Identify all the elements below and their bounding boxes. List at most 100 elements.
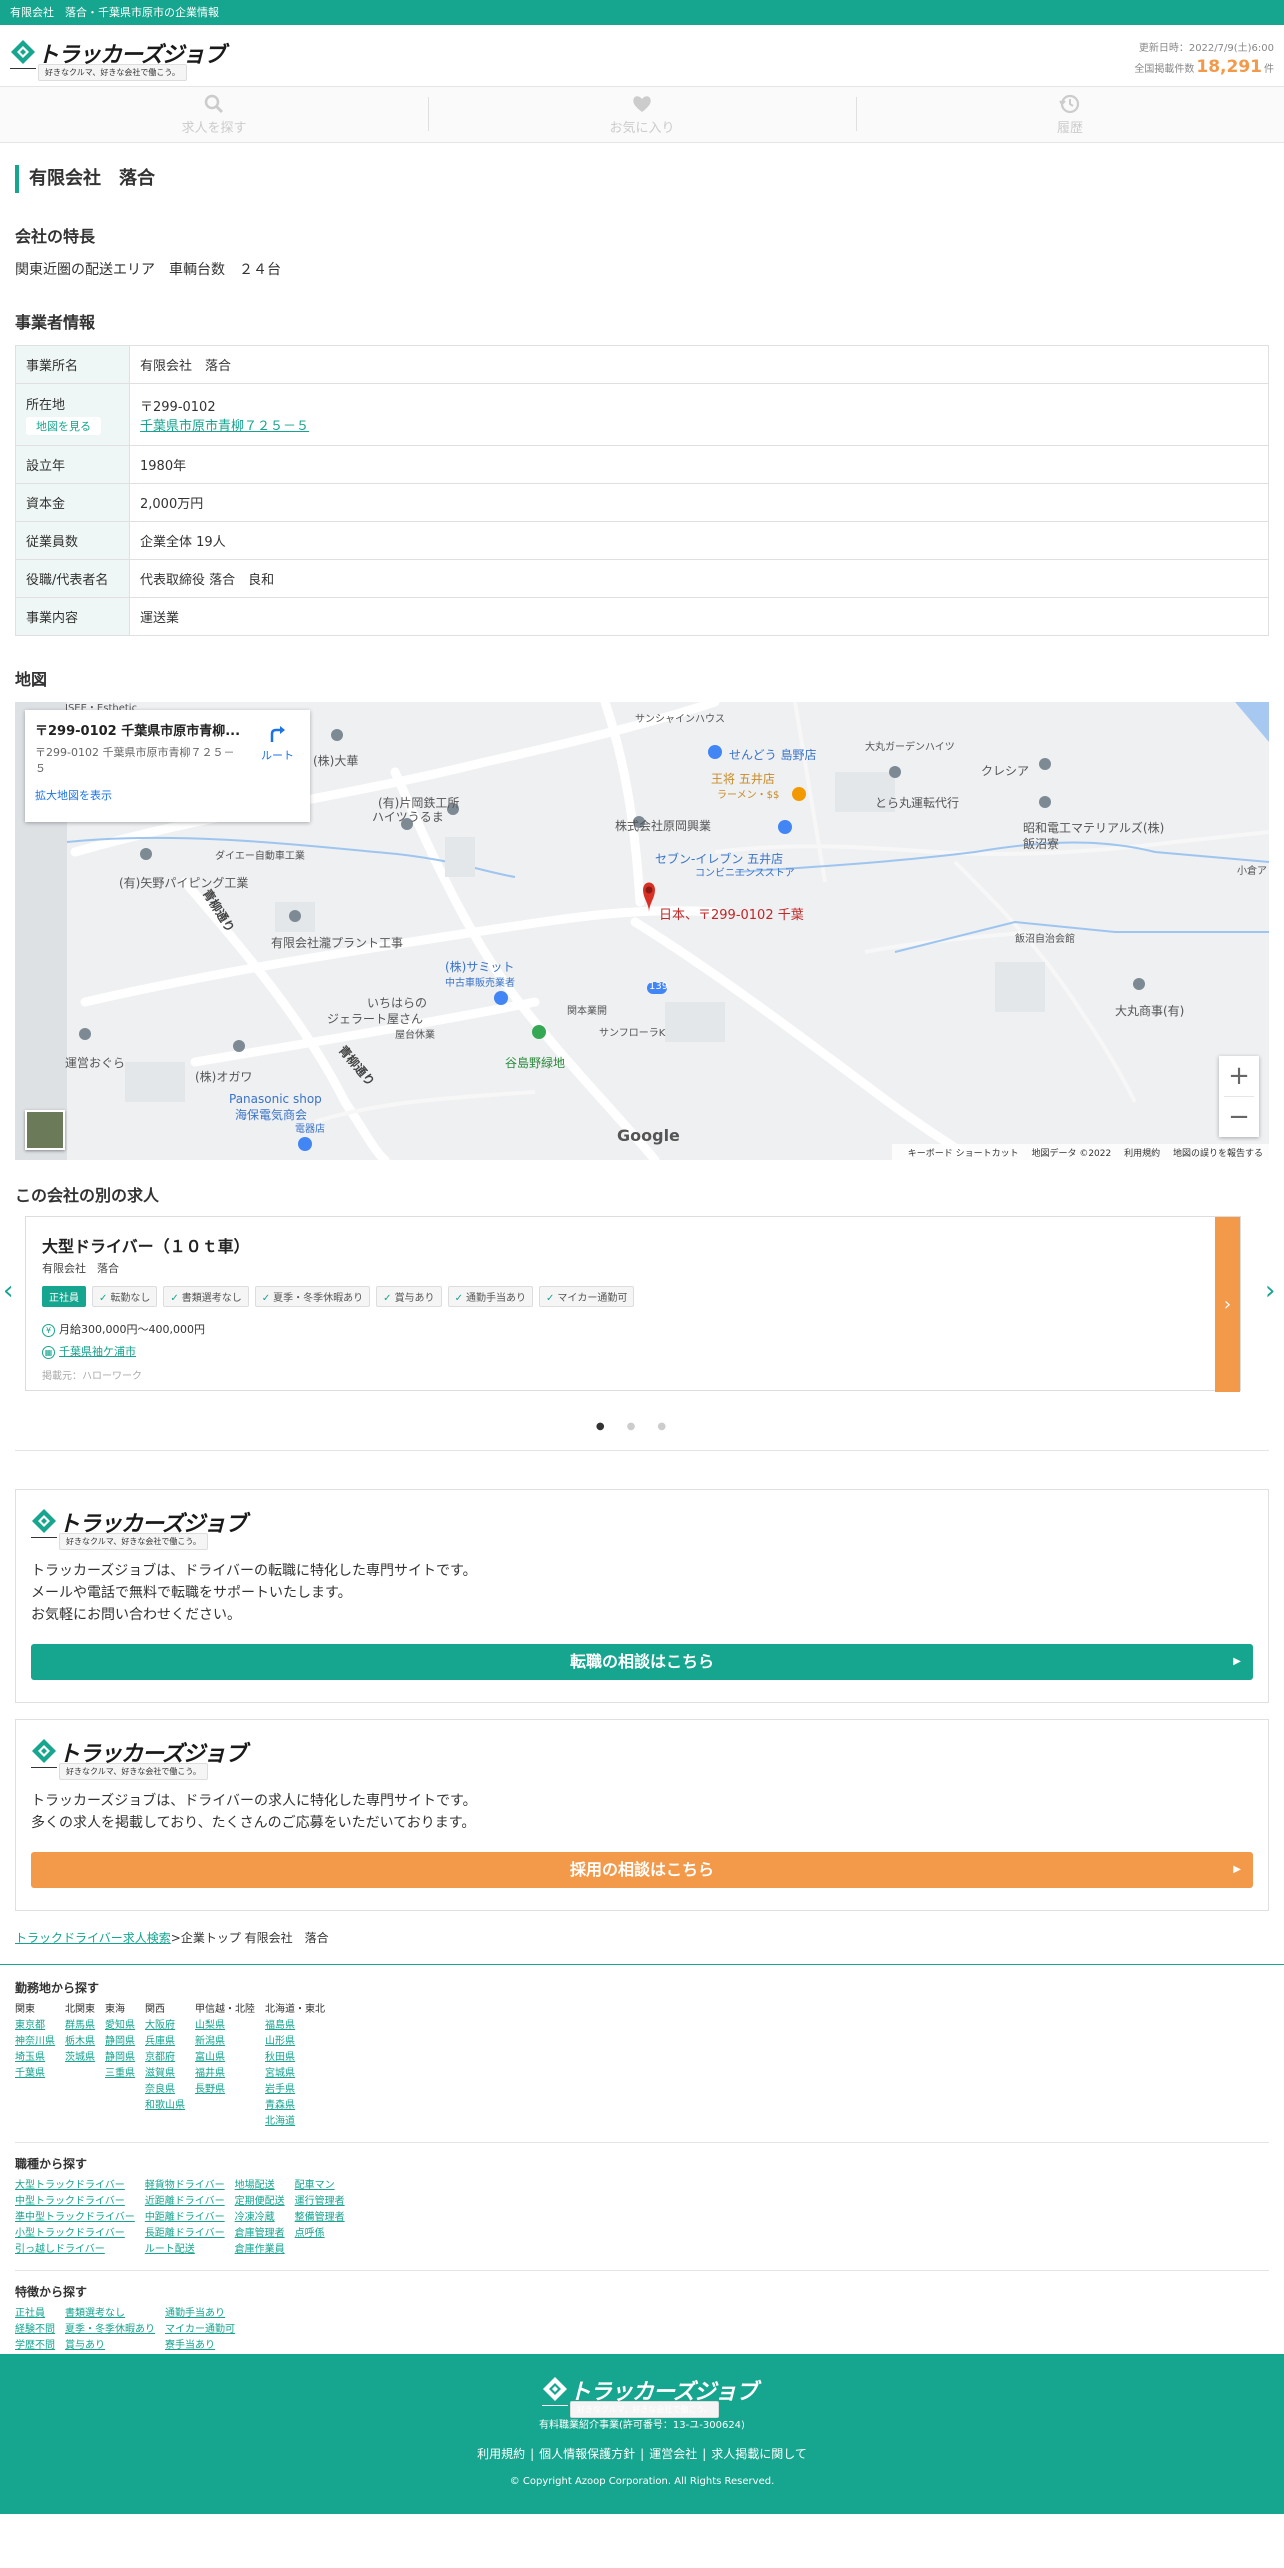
footer-link[interactable]: 運行管理者 — [295, 2194, 345, 2210]
footer-link[interactable]: 引っ越しドライバー — [15, 2242, 135, 2258]
check-icon: ✓ — [261, 1293, 271, 1304]
footer-link[interactable]: 大阪府 — [145, 2018, 185, 2034]
footer-link[interactable]: 山形県 — [265, 2034, 325, 2050]
footer-link[interactable]: 兵庫県 — [145, 2034, 185, 2050]
footer-link[interactable]: 静岡県 — [105, 2034, 135, 2050]
report-error-link[interactable]: 地図の誤りを報告する — [1173, 1149, 1263, 1159]
footer-link[interactable]: 冷凍冷蔵 — [235, 2210, 285, 2226]
satellite-toggle[interactable] — [25, 1110, 65, 1150]
footer-link[interactable]: 北海道 — [265, 2114, 325, 2130]
carousel-next-icon[interactable]: › — [1265, 1276, 1281, 1306]
footer-link[interactable]: 三重県 — [105, 2066, 135, 2082]
footer-link[interactable]: 学歴不問 — [15, 2338, 55, 2354]
nav-history[interactable]: 履歴 — [856, 87, 1284, 142]
footer-link[interactable]: 宮城県 — [265, 2066, 325, 2082]
footer-link-column: 東海 愛知県 静岡県 静岡県 三重県 — [105, 2002, 135, 2130]
footer-link[interactable]: 長野県 — [195, 2082, 255, 2098]
footer-link[interactable]: 青森県 — [265, 2098, 325, 2114]
footer-link[interactable]: 栃木県 — [65, 2034, 95, 2050]
nav-favorites[interactable]: お気に入り — [428, 87, 856, 142]
footer-link[interactable]: 茨城県 — [65, 2050, 95, 2066]
footer-link[interactable]: 埼玉県 — [15, 2050, 55, 2066]
footer-link[interactable]: 神奈川県 — [15, 2034, 55, 2050]
footer-link[interactable]: 愛知県 — [105, 2018, 135, 2034]
nav-search[interactable]: 求人を探す — [0, 87, 428, 142]
carousel-prev-icon[interactable]: ‹ — [3, 1276, 19, 1306]
footer-link[interactable]: 配車マン — [295, 2178, 345, 2194]
footer-link[interactable]: 正社員 — [15, 2306, 55, 2322]
map-heading: 地図 — [15, 670, 48, 689]
view-map-button[interactable]: 地図を見る — [26, 417, 101, 435]
map-place: とら丸運転代行 — [875, 796, 960, 810]
footer-link[interactable]: 福島県 — [265, 2018, 325, 2034]
larger-map-link[interactable]: 拡大地図を表示 — [35, 787, 300, 803]
keyboard-shortcuts-link[interactable]: キーボード ショートカット — [908, 1149, 1019, 1159]
privacy-link[interactable]: 個人情報保護方針 — [539, 2447, 635, 2461]
map-place: ハイツうるま — [372, 810, 444, 824]
footer-link[interactable]: 寮手当あり — [165, 2338, 245, 2354]
nav-favorites-label: お気に入り — [609, 121, 675, 136]
footer-link[interactable]: 通勤手当あり — [165, 2306, 245, 2322]
footer-link[interactable]: 地場配送 — [235, 2178, 285, 2194]
footer-link[interactable]: 軽貨物ドライバー — [145, 2178, 225, 2194]
map-place: (株)サミット — [445, 960, 515, 974]
carousel-dots[interactable]: ●●● — [15, 1421, 1269, 1432]
job-card-arrow-icon[interactable]: › — [1215, 1217, 1240, 1392]
footer-link[interactable]: マイカー通勤可 — [165, 2322, 245, 2338]
footer-link[interactable]: 奈良県 — [145, 2082, 185, 2098]
footer-link[interactable]: 岩手県 — [265, 2082, 325, 2098]
footer-link[interactable]: 書類選考なし — [65, 2306, 155, 2322]
zoom-in-button[interactable]: + — [1219, 1056, 1259, 1096]
footer-link[interactable]: 和歌山県 — [145, 2098, 185, 2114]
footer-link[interactable]: 倉庫管理者 — [235, 2226, 285, 2242]
map-footer: キーボード ショートカット 地図データ ©2022 利用規約 地図の誤りを報告す… — [891, 1144, 1269, 1160]
site-logo[interactable]: トラッカーズジョブ 好きなクルマ、好きな会社で働こう。 — [10, 35, 226, 81]
footer-link[interactable]: 定期便配送 — [235, 2194, 285, 2210]
footer-link[interactable]: 富山県 — [195, 2050, 255, 2066]
footer-link[interactable]: 京都府 — [145, 2050, 185, 2066]
footer-link[interactable]: 点呼係 — [295, 2226, 345, 2242]
check-icon: ✓ — [383, 1293, 392, 1304]
footer-link[interactable]: 山梨県 — [195, 2018, 255, 2034]
footer-nav: 勤務地から探す 関東 東京都 神奈川県 埼玉県 千葉県 北関東 群馬県 栃木県 茨城県 東海 愛知県… — [0, 1964, 1284, 2408]
footer-link[interactable]: 群馬県 — [65, 2018, 95, 2034]
breadcrumb-home-link[interactable]: トラックドライバー求人検索 — [15, 1931, 171, 1945]
address-link[interactable]: 千葉県市原市青柳７２５－５ — [140, 419, 309, 434]
job-card[interactable]: 大型ドライバー（１０ｔ車） 有限会社 落合 正社員 ✓ 転勤なし ✓ 書類選考なし … — [25, 1216, 1241, 1392]
footer-link[interactable]: 小型トラックドライバー — [15, 2226, 135, 2242]
map-terms-link[interactable]: 利用規約 — [1124, 1149, 1160, 1159]
footer-link[interactable]: 準中型トラックドライバー — [15, 2210, 135, 2226]
footer-link[interactable]: 千葉県 — [15, 2066, 55, 2082]
promo-logo: トラッカーズジョブ 好きなクルマ、好きな会社で働こう。 — [31, 1734, 247, 1780]
footer-link[interactable]: 滋賀県 — [145, 2066, 185, 2082]
footer-link[interactable]: 近距離ドライバー — [145, 2194, 225, 2210]
terms-link[interactable]: 利用規約 — [477, 2447, 525, 2461]
footer-link[interactable]: 長距離ドライバー — [145, 2226, 225, 2242]
footer-logo[interactable]: トラッカーズジョブ 好きなクルマ、好きな会社で働こう。 — [542, 2372, 758, 2418]
zoom-out-button[interactable]: − — [1219, 1097, 1259, 1137]
footer-link[interactable]: 倉庫作業員 — [235, 2242, 285, 2258]
map-place: せんどう 島野店 — [729, 748, 817, 762]
company-link[interactable]: 運営会社 — [649, 2447, 697, 2461]
footer-link[interactable]: 中型トラックドライバー — [15, 2194, 135, 2210]
footer-link[interactable]: ルート配送 — [145, 2242, 225, 2258]
footer-link[interactable]: 東京都 — [15, 2018, 55, 2034]
footer-link[interactable]: 静岡県 — [105, 2050, 135, 2066]
posting-link[interactable]: 求人掲載に関して — [711, 2447, 807, 2461]
footer-link[interactable]: 経験不問 — [15, 2322, 55, 2338]
row-value: 有限会社 落合 — [129, 345, 1269, 384]
footer-link[interactable]: 中距離ドライバー — [145, 2210, 225, 2226]
route-button[interactable]: ルート — [261, 724, 294, 763]
google-map[interactable]: JSEE・Esthetic サンシャインハウス せんどう 島野店 王将 五井店 … — [15, 702, 1269, 1160]
footer-link[interactable]: 整備管理者 — [295, 2210, 345, 2226]
career-consult-button[interactable]: 転職の相談はこちら ▶ — [31, 1644, 1253, 1680]
recruit-consult-button[interactable]: 採用の相談はこちら ▶ — [31, 1852, 1253, 1888]
job-salary: ¥ 月給300,000円〜400,000円 — [42, 1321, 1224, 1337]
job-place-link[interactable]: 千葉県袖ケ浦市 — [59, 1345, 136, 1358]
footer-link[interactable]: 福井県 — [195, 2066, 255, 2082]
footer-link[interactable]: 大型トラックドライバー — [15, 2178, 135, 2194]
footer-link[interactable]: 秋田県 — [265, 2050, 325, 2066]
footer-link[interactable]: 夏季・冬季休暇あり — [65, 2322, 155, 2338]
footer-link[interactable]: 賞与あり — [65, 2338, 155, 2354]
footer-link[interactable]: 新潟県 — [195, 2034, 255, 2050]
